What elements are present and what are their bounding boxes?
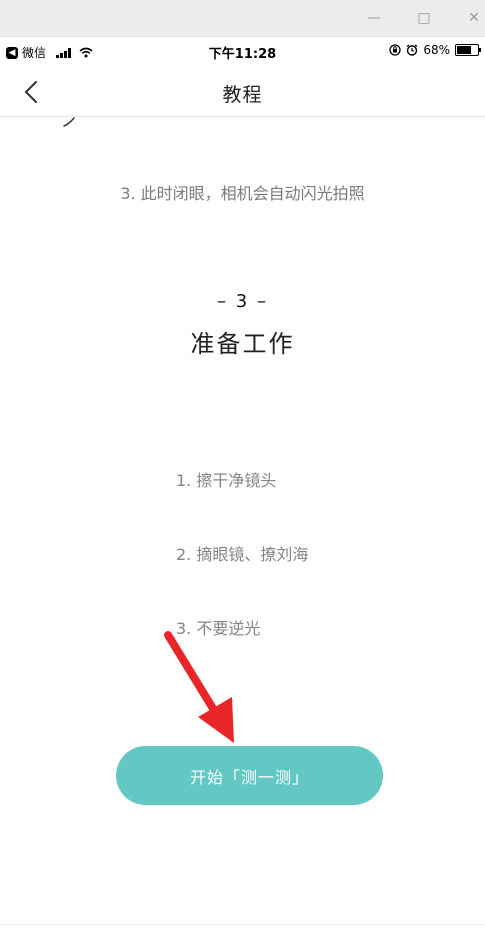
step-3-text: 3. 此时闭眼，相机会自动闪光拍照 (120, 184, 365, 203)
red-arrow-annotation (164, 631, 234, 743)
start-test-label: 开始「测一测」 (189, 767, 309, 787)
section-title: 准备工作 (190, 330, 295, 358)
section-number: – 3 – (217, 291, 268, 312)
battery-percent: 68% (423, 43, 450, 57)
prep-item: 2. 摘眼镜、撩刘海 (176, 545, 309, 564)
status-bar: ◀ 微信 下午11:28 68% (0, 36, 485, 66)
minimize-button[interactable]: — (364, 8, 384, 28)
illustration-fragment (63, 117, 75, 127)
rotation-lock-icon (389, 44, 401, 56)
battery-fill (457, 46, 471, 54)
battery-icon (455, 44, 481, 56)
start-test-button[interactable]: 开始「测一测」 (116, 746, 383, 805)
alarm-icon (406, 44, 418, 56)
window-title-bar: — □ ✕ (0, 0, 485, 37)
close-button[interactable]: ✕ (464, 8, 484, 28)
maximize-button[interactable]: □ (414, 8, 434, 28)
prep-item: 1. 擦干净镜头 (176, 471, 277, 490)
page-title: 教程 (222, 84, 263, 106)
status-right: 68% (389, 43, 481, 57)
nav-bar: 教程 (0, 66, 485, 117)
